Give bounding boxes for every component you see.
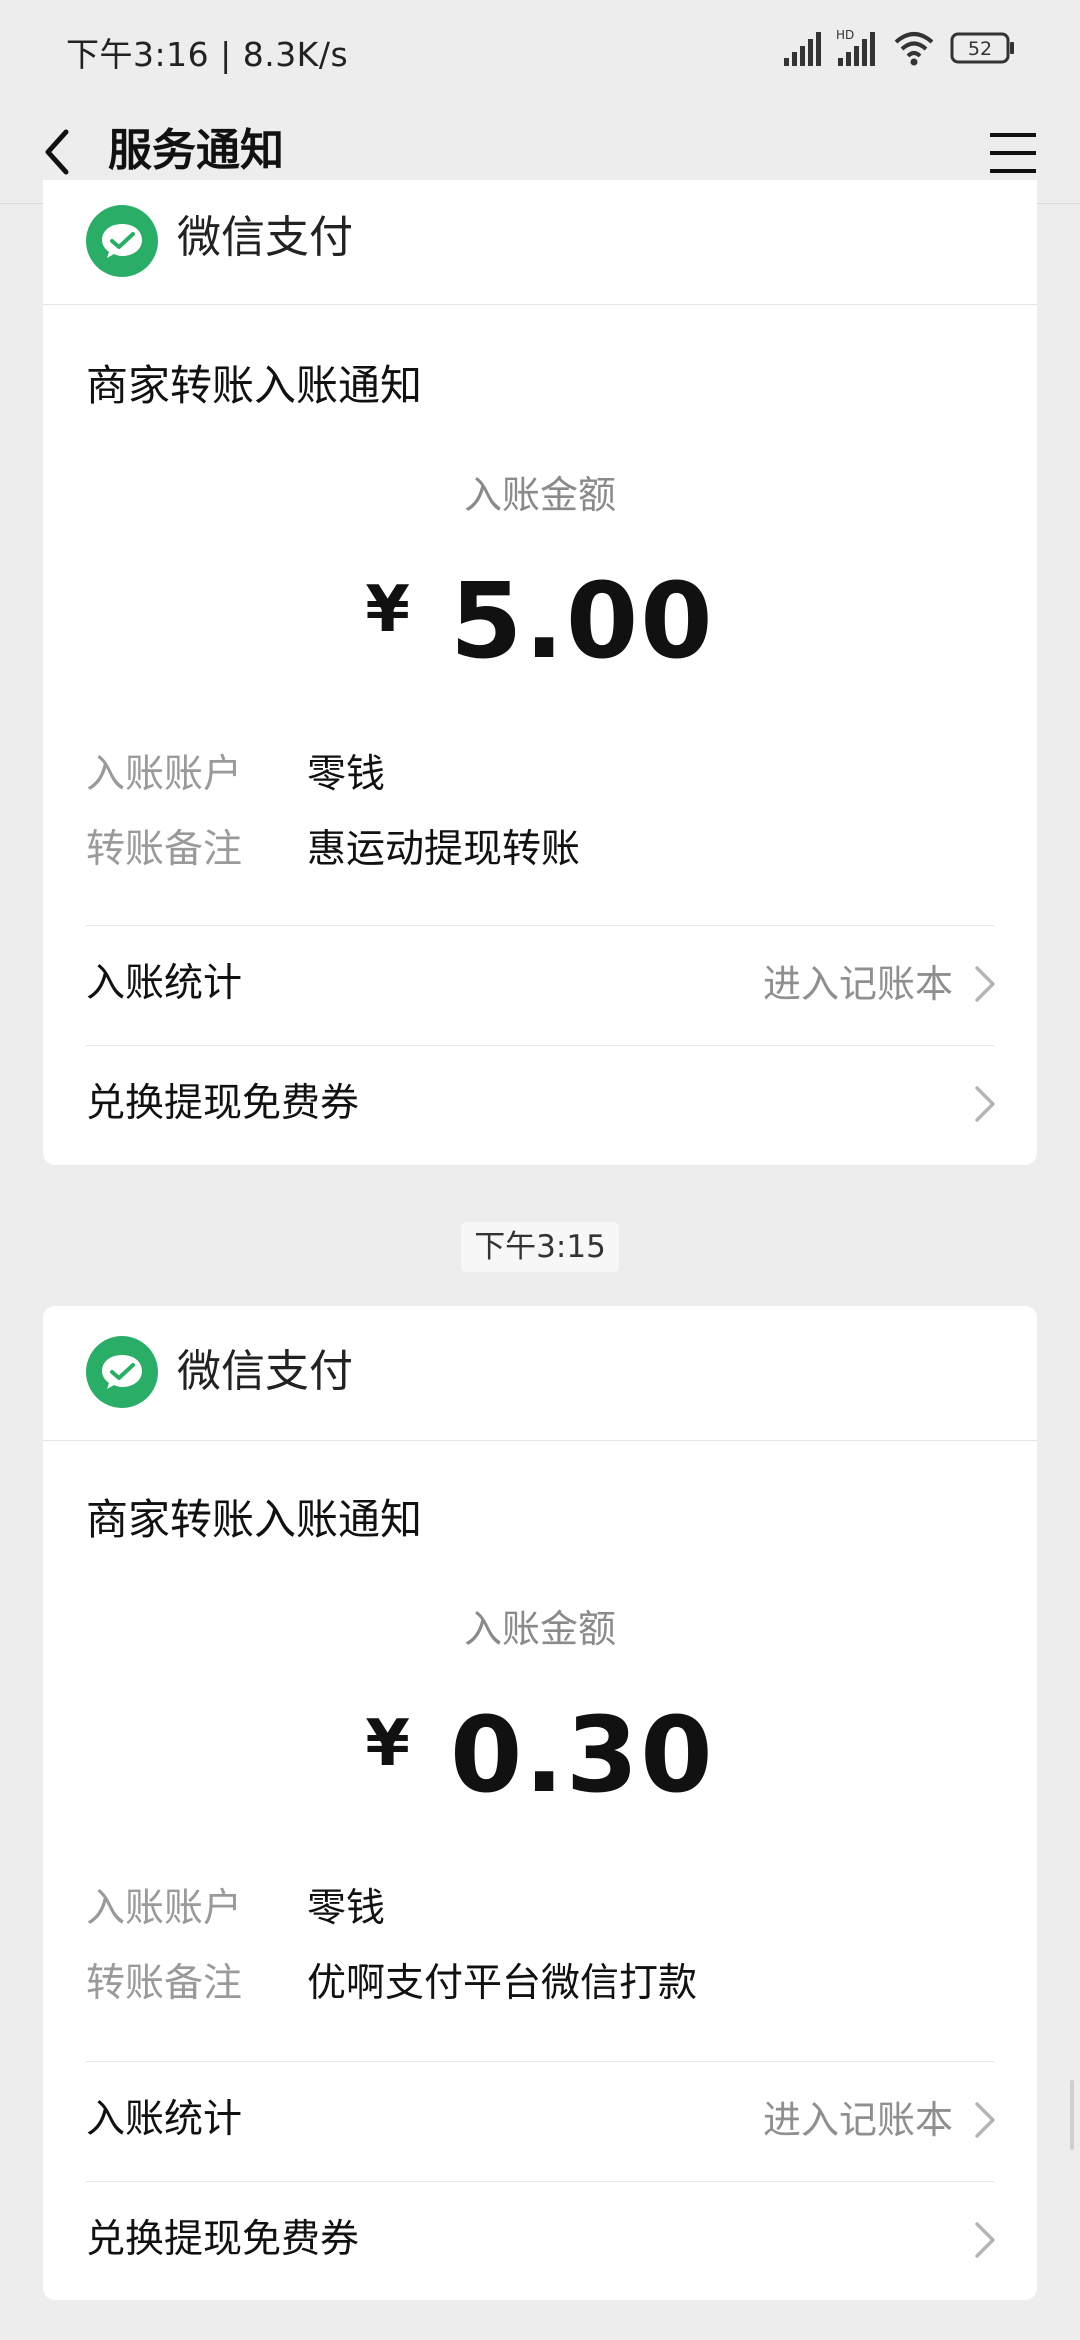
battery-level: 52 [968, 38, 992, 60]
signal-icon [784, 32, 821, 66]
stats-row[interactable]: 入账统计 进入记账本 [43, 2062, 1037, 2180]
status-time: 下午3:16 | 8.3K/s [66, 35, 349, 74]
scrollbar[interactable] [1070, 2080, 1074, 2150]
back-arrow-icon [45, 129, 69, 175]
status-bar: 下午3:16 | 8.3K/s HD 52 [0, 0, 1080, 100]
stats-label: 入账统计 [86, 2097, 243, 2142]
wechat-pay-icon [86, 205, 158, 277]
remark-key: 转账备注 [86, 1961, 243, 2006]
hamburger-menu-icon [990, 133, 1036, 173]
timestamp-divider: 下午3:15 [461, 1222, 619, 1272]
amount-label: 入账金额 [463, 473, 616, 517]
coupon-row[interactable]: 兑换提现免费券 [43, 2182, 1037, 2300]
signal-hd-icon: HD [836, 28, 875, 66]
account-key: 入账账户 [86, 1886, 243, 1931]
account-value: 零钱 [307, 752, 386, 797]
account-key: 入账账户 [86, 752, 243, 797]
message-card: 微信支付 商家转账入账通知 入账金额 ¥5.00 入账账户 零钱 转账备注 惠运… [43, 180, 1037, 1165]
wifi-icon [894, 32, 934, 66]
stats-row[interactable]: 入账统计 进入记账本 [43, 926, 1037, 1044]
amount: ¥0.30 [43, 1684, 1037, 1846]
card-header: 微信支付 [43, 1306, 1037, 1441]
card-header: 微信支付 [43, 180, 1037, 305]
message-card: 微信支付 商家转账入账通知 入账金额 ¥0.30 入账账户 零钱 转账备注 优啊… [43, 1306, 1037, 2300]
remark-value: 优啊支付平台微信打款 [307, 1961, 698, 2006]
chevron-right-icon [975, 2222, 995, 2258]
stats-label: 入账统计 [86, 961, 243, 1006]
remark-value: 惠运动提现转账 [307, 827, 581, 872]
brand-name: 微信支付 [177, 1346, 353, 1397]
amount: ¥5.00 [43, 550, 1037, 712]
page-title: 服务通知 [108, 125, 284, 176]
menu-button[interactable] [976, 114, 1046, 190]
currency-symbol: ¥ [365, 573, 410, 647]
chevron-right-icon [975, 1086, 995, 1122]
battery-icon: 52 [950, 32, 1014, 64]
wechat-pay-icon [86, 1336, 158, 1408]
coupon-row[interactable]: 兑换提现免费券 [43, 1046, 1037, 1165]
coupon-label: 兑换提现免费券 [86, 2217, 360, 2262]
account-value: 零钱 [307, 1886, 386, 1931]
remark-key: 转账备注 [86, 827, 243, 872]
chevron-right-icon [975, 966, 995, 1002]
notice-title: 商家转账入账通知 [86, 1495, 423, 1544]
amount-value: 0.30 [449, 1694, 715, 1816]
status-icons: HD 52 [782, 28, 1022, 74]
back-button[interactable] [34, 114, 104, 190]
ledger-link: 进入记账本 [762, 962, 953, 1006]
brand-name: 微信支付 [177, 212, 353, 263]
currency-symbol: ¥ [365, 1707, 410, 1781]
coupon-label: 兑换提现免费券 [86, 1081, 360, 1126]
amount-label: 入账金额 [463, 1607, 616, 1651]
amount-value: 5.00 [449, 560, 715, 682]
notice-title: 商家转账入账通知 [86, 361, 423, 410]
chevron-right-icon [975, 2102, 995, 2138]
ledger-link: 进入记账本 [762, 2098, 953, 2142]
hd-label: HD [836, 28, 854, 42]
